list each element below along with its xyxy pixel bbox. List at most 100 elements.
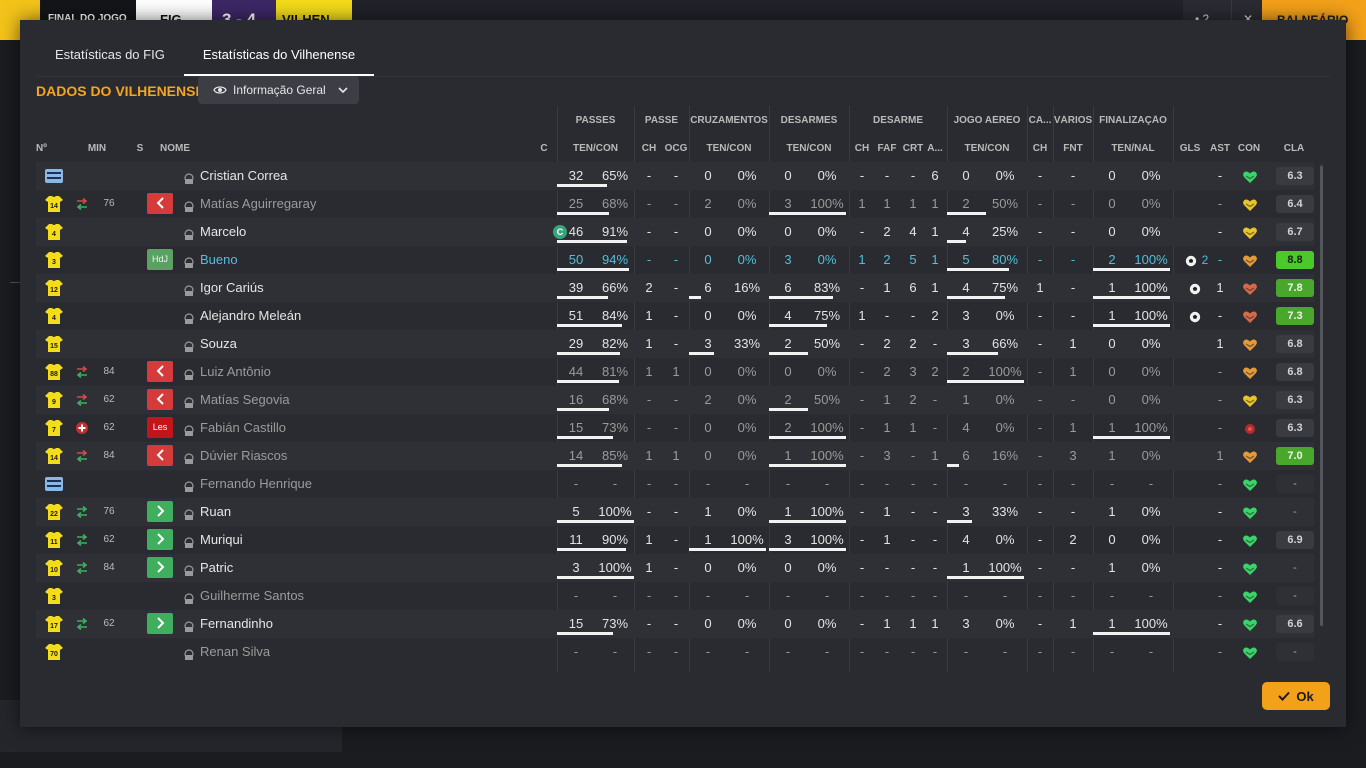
player-name[interactable]: Muriqui — [200, 526, 243, 554]
svg-text:3: 3 — [52, 595, 56, 602]
table-row[interactable]: 7 62 Les Fabián Castillo 15 73% - -0 0% 2 100% -1 1-… — [36, 414, 1314, 442]
table-row[interactable]: 22 76 Ruan 5 100% - -1 0% 1 100% -1- -3 33% - -1 0% - - — [36, 498, 1314, 526]
column-header[interactable]: CRT — [902, 143, 924, 154]
subbed-on-badge[interactable] — [147, 529, 173, 550]
injured-badge[interactable]: Les — [147, 417, 173, 438]
subbed-off-badge[interactable] — [147, 445, 173, 466]
player-name[interactable]: Renan Silva — [200, 638, 270, 666]
cards: - — [1037, 336, 1043, 351]
table-row[interactable]: 10 84 Patric 3 100% 1-0 0% 0 0% - - - -1 100% - -1 0% - - — [36, 554, 1314, 582]
player-name[interactable]: Bueno — [200, 246, 238, 274]
chevron-left-icon — [156, 197, 164, 209]
subbed-on-badge[interactable] — [147, 501, 173, 522]
column-header[interactable]: CH — [852, 143, 872, 154]
aerial-percent: 0% — [995, 168, 1015, 183]
subbed-off-badge[interactable] — [147, 361, 173, 382]
substitution-arrows-icon — [75, 533, 89, 547]
player-name[interactable]: Fernando Henrique — [200, 470, 312, 498]
subbed-off-badge[interactable] — [147, 389, 173, 410]
table-row[interactable]: 4 Alejandro Meleán 51 84% 1-0 0% 4 75% 1- -2 3 0% - -… — [36, 302, 1314, 330]
shirt-number-icon: 4 — [44, 306, 64, 326]
def-headers: - — [859, 504, 865, 519]
crosses-percent: 0% — [737, 168, 757, 183]
subbed-on-badge[interactable] — [147, 557, 173, 578]
column-header[interactable]: FNT — [1058, 143, 1088, 154]
player-name[interactable]: Souza — [200, 330, 237, 358]
table-row[interactable]: 9 62 Matías Segovia 16 68% - -2 0% 2 50% -1 2-1 0% - -… — [36, 386, 1314, 414]
column-header[interactable]: OCG — [664, 143, 688, 154]
condition-heart-icon — [1242, 253, 1258, 269]
aerial-attempts: 0 — [962, 168, 970, 183]
sub-minute: 62 — [103, 534, 115, 545]
player-name[interactable]: Matías Aguirregaray — [200, 190, 316, 218]
table-row[interactable]: 17 62 Fernandinho 15 73% - -0 0% 0 0% -1 1 1 3 0% -1 1 10… — [36, 610, 1314, 638]
column-header[interactable]: CLA — [1274, 143, 1314, 154]
table-row[interactable]: Cristian Correa 32 65% - -0 0% 0 0% - - -6 0 0% - -0 0%… — [36, 162, 1314, 190]
player-name[interactable]: Marcelo — [200, 218, 246, 246]
subbed-on-badge[interactable] — [147, 613, 173, 634]
condition-heart-icon — [1242, 561, 1258, 577]
table-row[interactable]: 15 Souza 29 82% 1-3 33% 2 50% -2 2-3 66% -1 0 0% 1 6.8 — [36, 330, 1314, 358]
svg-text:88: 88 — [50, 371, 58, 378]
player-name[interactable]: Matías Segovia — [200, 386, 290, 414]
column-header[interactable]: TEN/CON — [689, 143, 769, 154]
def-blocks: - — [932, 644, 938, 659]
player-name[interactable]: Fabián Castillo — [200, 414, 286, 442]
scrollbar-thumb[interactable] — [1320, 166, 1323, 626]
column-header[interactable]: FAF — [876, 143, 898, 154]
table-row[interactable]: 14 76 Matías Aguirregaray 25 68% - -2 0% 3 100% 1 1… — [36, 190, 1314, 218]
player-name[interactable]: Ruan — [200, 498, 231, 526]
shirt-number-icon: 9 — [44, 390, 64, 410]
ok-button[interactable]: Ok — [1262, 682, 1330, 710]
player-name[interactable]: Fernandinho — [200, 610, 273, 638]
column-header[interactable]: AST — [1208, 143, 1232, 154]
player-name[interactable]: Patric — [200, 554, 233, 582]
column-header[interactable]: TEN/NAL — [1093, 143, 1173, 154]
substitution-arrows-icon — [75, 449, 89, 463]
player-name[interactable]: Igor Cariús — [200, 274, 264, 302]
def-headers: - — [859, 168, 865, 183]
player-name[interactable]: Guilherme Santos — [200, 582, 304, 610]
tackles-attempts: 0 — [784, 616, 792, 631]
column-header[interactable]: CON — [1236, 143, 1262, 154]
column-header[interactable]: GLS — [1178, 143, 1202, 154]
aerial-success-bar — [947, 520, 972, 523]
table-row[interactable]: 14 84 Dúvier Riascos 14 85% 1 1 0 0% 1 100% -3-1 6 16… — [36, 442, 1314, 470]
table-row[interactable]: 3 HdJ Bueno 50 94% - -0 0% 3 0% 1 2 5 1 5 80% - -2 100% 2-8… — [36, 246, 1314, 274]
column-header[interactable]: TEN/CON — [947, 143, 1027, 154]
player-name[interactable]: Dúvier Riascos — [200, 442, 287, 470]
pass-key-chances: 1 — [645, 560, 653, 575]
column-header[interactable]: NOME — [160, 143, 220, 154]
group-header: CRUZAMENTOS — [690, 115, 768, 126]
crosses-attempts: 0 — [704, 616, 712, 631]
table-row[interactable]: 88 84 Luiz Antônio 44 81% 1 1 0 0% 0 0% -2 3 2 2 100% -1… — [36, 358, 1314, 386]
column-header[interactable]: TEN/CON — [769, 143, 849, 154]
assists: - — [1217, 168, 1223, 183]
table-row[interactable]: 4 Marcelo C 46 91% - -0 0% 0 0% -2 4 1 4 25% - -0 0% -6.7 — [36, 218, 1314, 246]
shots-percent: 0% — [1141, 364, 1161, 379]
def-interceptions: - — [910, 448, 916, 463]
player-name[interactable]: Luiz Antônio — [200, 358, 271, 386]
player-of-match-badge[interactable]: HdJ — [147, 249, 173, 270]
subbed-off-badge[interactable] — [147, 193, 173, 214]
player-name[interactable]: Cristian Correa — [200, 162, 287, 190]
table-row[interactable]: 11 62 Muriqui 11 90% 1-1 100% 3 100% -1- -4 0% -2 0 0%… — [36, 526, 1314, 554]
table-row[interactable]: Fernando Henrique - - - - - - - - - - - - - - - - - - - - — [36, 470, 1314, 498]
player-name[interactable]: Alejandro Meleán — [200, 302, 301, 330]
passes-success-bar — [557, 212, 609, 215]
column-header[interactable]: TEN/CON — [557, 143, 634, 154]
column-header[interactable]: CH — [1030, 143, 1050, 154]
table-row[interactable]: 70 Renan Silva - - - - - - - - - - - - - - - - - - - - — [36, 638, 1314, 666]
crosses-attempts: 2 — [704, 196, 712, 211]
column-header[interactable]: A... — [925, 143, 945, 154]
column-header[interactable]: C — [538, 143, 550, 154]
crosses-attempts: 0 — [704, 168, 712, 183]
table-row[interactable]: 3 Guilherme Santos - - - - - - - - - - - - - - - - - - - - — [36, 582, 1314, 610]
group-header: DESARME — [872, 115, 923, 126]
column-header[interactable]: MIN — [84, 143, 110, 154]
column-header[interactable]: S — [130, 143, 150, 154]
table-row[interactable]: 12 Igor Cariús 39 66% 2-6 16% 6 83% -1 6 1 4 75% 1-1 1… — [36, 274, 1314, 302]
column-header[interactable]: Nº — [36, 143, 56, 154]
column-header[interactable]: CH — [638, 143, 660, 154]
shots-success-bar — [1093, 324, 1170, 327]
